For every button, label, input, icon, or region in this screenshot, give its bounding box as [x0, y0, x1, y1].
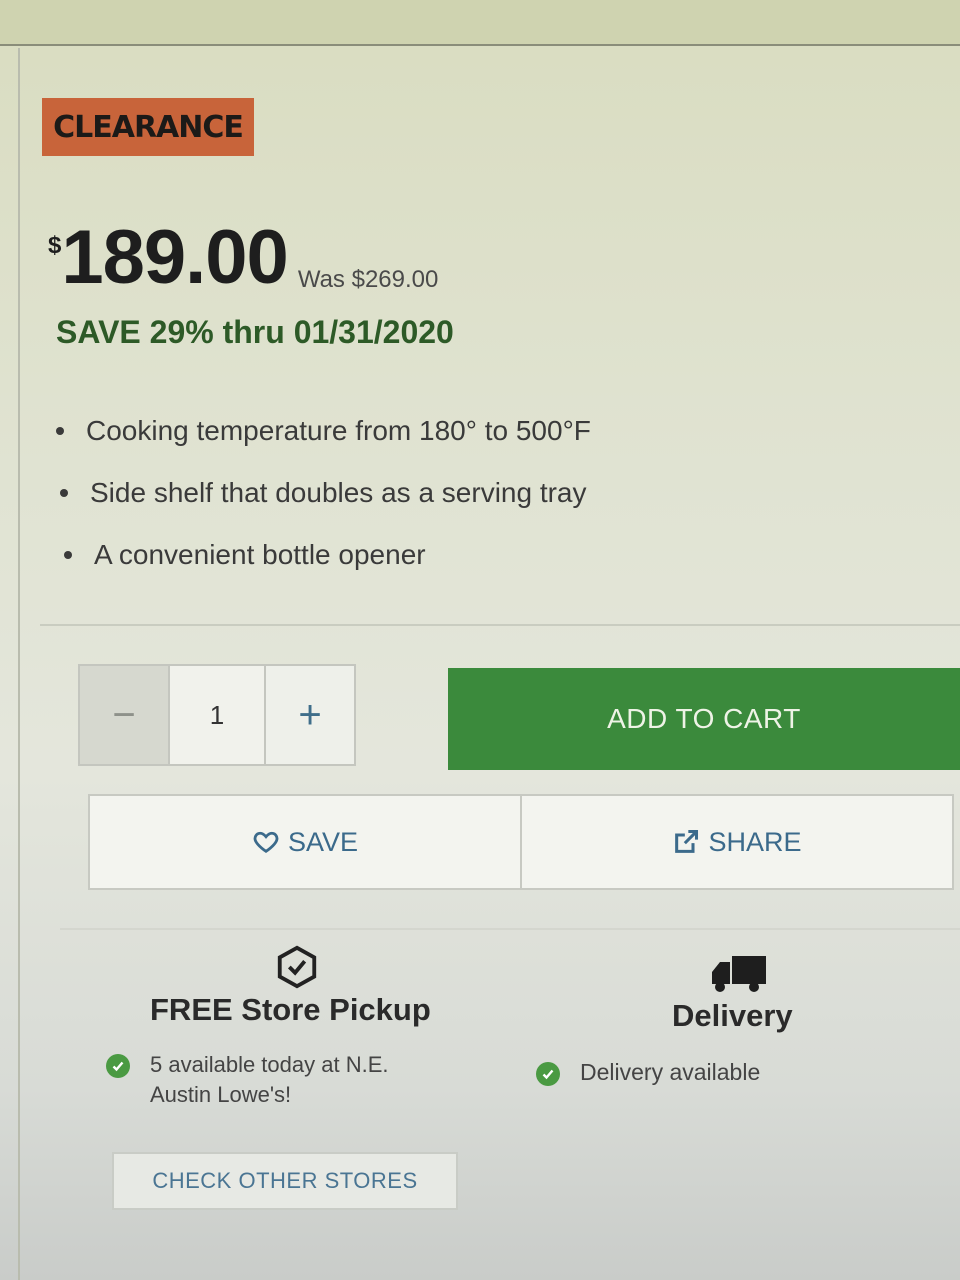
- save-button[interactable]: SAVE: [90, 796, 522, 888]
- delivery-title: Delivery: [672, 998, 793, 1033]
- savings-text: SAVE 29% thru 01/31/2020: [56, 314, 454, 350]
- share-button[interactable]: SHARE: [522, 796, 952, 888]
- save-button-label: SAVE: [287, 826, 359, 857]
- was-price: Was $269.00: [297, 266, 439, 293]
- section-divider: [40, 624, 960, 626]
- quantity-stepper: − 1 +: [78, 664, 356, 766]
- check-other-stores-button[interactable]: CHECK OTHER STORES: [112, 1152, 458, 1210]
- price-currency: $: [48, 232, 62, 259]
- left-border: [18, 48, 20, 1280]
- feature-item: Side shelf that doubles as a serving tra…: [60, 462, 591, 524]
- share-button-label: SHARE: [708, 826, 802, 857]
- quantity-input[interactable]: 1: [170, 666, 266, 764]
- check-circle-icon: [106, 1054, 130, 1078]
- section-divider: [60, 928, 960, 930]
- share-icon: [675, 829, 699, 853]
- quantity-increment-button[interactable]: +: [266, 666, 354, 764]
- delivery-availability: Delivery available: [580, 1058, 761, 1085]
- top-bar: [0, 0, 960, 46]
- feature-item: Cooking temperature from 180° to 500°F: [56, 400, 591, 462]
- store-pickup-availability: 5 available today at N.E. Austin Lowe's!: [150, 1052, 389, 1107]
- feature-list: Cooking temperature from 180° to 500°F S…: [56, 400, 591, 586]
- clearance-badge: CLEARANCE: [42, 98, 254, 156]
- current-price: 189.00: [61, 215, 288, 300]
- action-buttons: SAVE SHARE: [88, 794, 954, 890]
- truck-icon: [712, 956, 766, 992]
- price-row: $ 189.00 Was $269.00: [48, 218, 438, 298]
- heart-icon: [253, 831, 279, 853]
- feature-item: A convenient bottle opener: [64, 524, 591, 586]
- store-box-icon: [277, 945, 317, 989]
- delivery-status: Delivery available: [536, 1058, 760, 1086]
- store-pickup-title: FREE Store Pickup: [150, 992, 431, 1027]
- quantity-decrement-button[interactable]: −: [80, 666, 170, 764]
- store-pickup-status: 5 available today at N.E. Austin Lowe's!: [106, 1050, 450, 1110]
- check-circle-icon: [536, 1062, 560, 1086]
- add-to-cart-button[interactable]: ADD TO CART: [448, 668, 960, 770]
